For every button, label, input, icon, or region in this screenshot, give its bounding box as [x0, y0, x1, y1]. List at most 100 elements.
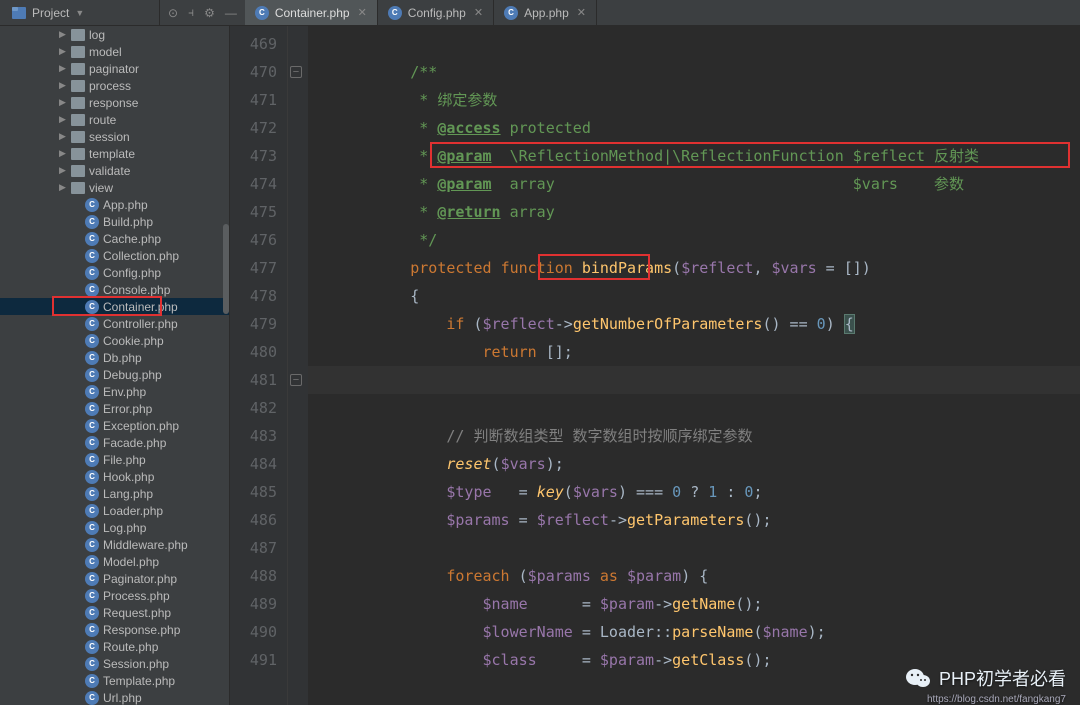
tree-file[interactable]: CDebug.php [0, 366, 229, 383]
tree-file[interactable]: CConfig.php [0, 264, 229, 281]
line-number: 470 [230, 58, 277, 86]
code-line[interactable]: */ [338, 226, 1080, 254]
tree-folder[interactable]: ▶response [0, 94, 229, 111]
tree-file-label: Collection.php [103, 249, 179, 263]
tree-folder[interactable]: ▶view [0, 179, 229, 196]
close-icon[interactable]: ✕ [474, 6, 483, 19]
tree-file[interactable]: CApp.php [0, 196, 229, 213]
fold-toggle-icon[interactable]: – [290, 374, 302, 386]
php-file-icon: C [85, 402, 99, 416]
tree-file-label: Hook.php [103, 470, 154, 484]
code-line[interactable] [338, 30, 1080, 58]
tree-file-label: Db.php [103, 351, 142, 365]
code-line[interactable]: if ($reflect->getNumberOfParameters() ==… [338, 310, 1080, 338]
tree-file[interactable]: CHook.php [0, 468, 229, 485]
expand-arrow-icon[interactable]: ▶ [58, 182, 67, 193]
expand-arrow-icon[interactable]: ▶ [58, 97, 67, 108]
code-line[interactable] [338, 534, 1080, 562]
code-line[interactable]: $params = $reflect->getParameters(); [338, 506, 1080, 534]
tree-file[interactable]: CEnv.php [0, 383, 229, 400]
editor-tab[interactable]: CConfig.php✕ [378, 0, 494, 25]
tree-folder[interactable]: ▶validate [0, 162, 229, 179]
tree-file[interactable]: CSession.php [0, 655, 229, 672]
code-line[interactable]: $name = $param->getName(); [338, 590, 1080, 618]
code-line[interactable]: * @return array [338, 198, 1080, 226]
fold-toggle-icon[interactable]: – [290, 66, 302, 78]
code-area[interactable]: /** * 绑定参数 * @access protected * @param … [308, 26, 1080, 705]
expand-arrow-icon[interactable]: ▶ [58, 29, 67, 40]
tree-file[interactable]: CConsole.php [0, 281, 229, 298]
tree-folder[interactable]: ▶log [0, 26, 229, 43]
code-line[interactable]: $type = key($vars) === 0 ? 1 : 0; [338, 478, 1080, 506]
tree-folder[interactable]: ▶process [0, 77, 229, 94]
split-icon[interactable]: ⫞ [188, 5, 194, 20]
tree-file[interactable]: CFile.php [0, 451, 229, 468]
code-line[interactable]: { [338, 282, 1080, 310]
code-line[interactable] [338, 394, 1080, 422]
expand-arrow-icon[interactable]: ▶ [58, 80, 67, 91]
code-line[interactable]: foreach ($params as $param) { [338, 562, 1080, 590]
tree-file[interactable]: CTemplate.php [0, 672, 229, 689]
fold-column: –– [288, 26, 308, 705]
code-line[interactable]: // 判断数组类型 数字数组时按顺序绑定参数 [338, 422, 1080, 450]
tree-file[interactable]: CCache.php [0, 230, 229, 247]
tree-folder[interactable]: ▶route [0, 111, 229, 128]
tree-file[interactable]: CRoute.php [0, 638, 229, 655]
tree-file[interactable]: C Request.php [0, 604, 229, 621]
expand-arrow-icon[interactable]: ▶ [58, 46, 67, 57]
project-panel-header[interactable]: Project ▼ [0, 0, 160, 25]
tree-file[interactable]: CLang.php [0, 485, 229, 502]
tree-file[interactable]: CCollection.php [0, 247, 229, 264]
folder-icon [71, 114, 85, 126]
tree-folder[interactable]: ▶paginator [0, 60, 229, 77]
code-line[interactable]: * @access protected [338, 114, 1080, 142]
tree-folder[interactable]: ▶model [0, 43, 229, 60]
code-line[interactable]: * 绑定参数 [338, 86, 1080, 114]
collapse-icon[interactable]: — [225, 6, 237, 20]
project-sidebar[interactable]: ▶log▶model▶paginator▶process▶response▶ro… [0, 26, 230, 705]
expand-arrow-icon[interactable]: ▶ [58, 114, 67, 125]
php-file-icon: C [85, 606, 99, 620]
tree-file[interactable]: CController.php [0, 315, 229, 332]
tree-folder[interactable]: ▶session [0, 128, 229, 145]
gear-icon[interactable]: ⚙ [204, 6, 215, 20]
locate-icon[interactable]: ⊙ [168, 6, 178, 20]
editor-tab[interactable]: CContainer.php✕ [245, 0, 378, 25]
expand-arrow-icon[interactable]: ▶ [58, 148, 67, 159]
expand-arrow-icon[interactable]: ▶ [58, 63, 67, 74]
tree-file[interactable]: CLoader.php [0, 502, 229, 519]
code-line[interactable]: $class = $param->getClass(); [338, 646, 1080, 674]
tree-file[interactable]: CMiddleware.php [0, 536, 229, 553]
tree-file[interactable]: CUrl.php [0, 689, 229, 705]
tree-file[interactable]: CContainer.php [0, 298, 229, 315]
tree-file-label: Request.php [103, 606, 171, 620]
tree-file[interactable]: CBuild.php [0, 213, 229, 230]
tree-file[interactable]: C Error.php [0, 400, 229, 417]
tree-file[interactable]: CCookie.php [0, 332, 229, 349]
tree-file[interactable]: CProcess.php [0, 587, 229, 604]
code-line[interactable]: * @param array $vars 参数 [338, 170, 1080, 198]
tree-file[interactable]: CDb.php [0, 349, 229, 366]
code-line[interactable]: return []; [338, 338, 1080, 366]
tab-label: App.php [524, 6, 569, 20]
tree-file-label: Error.php [103, 402, 152, 416]
expand-arrow-icon[interactable]: ▶ [58, 131, 67, 142]
code-line[interactable]: $lowerName = Loader::parseName($name); [338, 618, 1080, 646]
close-icon[interactable]: ✕ [358, 6, 367, 19]
expand-arrow-icon[interactable]: ▶ [58, 165, 67, 176]
tree-folder[interactable]: ▶template [0, 145, 229, 162]
code-line[interactable]: * @param \ReflectionMethod|\ReflectionFu… [338, 142, 1080, 170]
code-line[interactable]: protected function bindParams($reflect, … [338, 254, 1080, 282]
sidebar-scrollbar[interactable] [223, 224, 229, 314]
tree-file[interactable]: CModel.php [0, 553, 229, 570]
code-editor[interactable]: 4694704714724734744754764774784794804814… [230, 26, 1080, 705]
tree-file[interactable]: CPaginator.php [0, 570, 229, 587]
code-line[interactable]: reset($vars); [338, 450, 1080, 478]
tree-file[interactable]: CFacade.php [0, 434, 229, 451]
editor-tab[interactable]: CApp.php✕ [494, 0, 597, 25]
tree-file[interactable]: CResponse.php [0, 621, 229, 638]
close-icon[interactable]: ✕ [577, 6, 586, 19]
tree-file[interactable]: CLog.php [0, 519, 229, 536]
code-line[interactable]: /** [338, 58, 1080, 86]
tree-file[interactable]: CException.php [0, 417, 229, 434]
